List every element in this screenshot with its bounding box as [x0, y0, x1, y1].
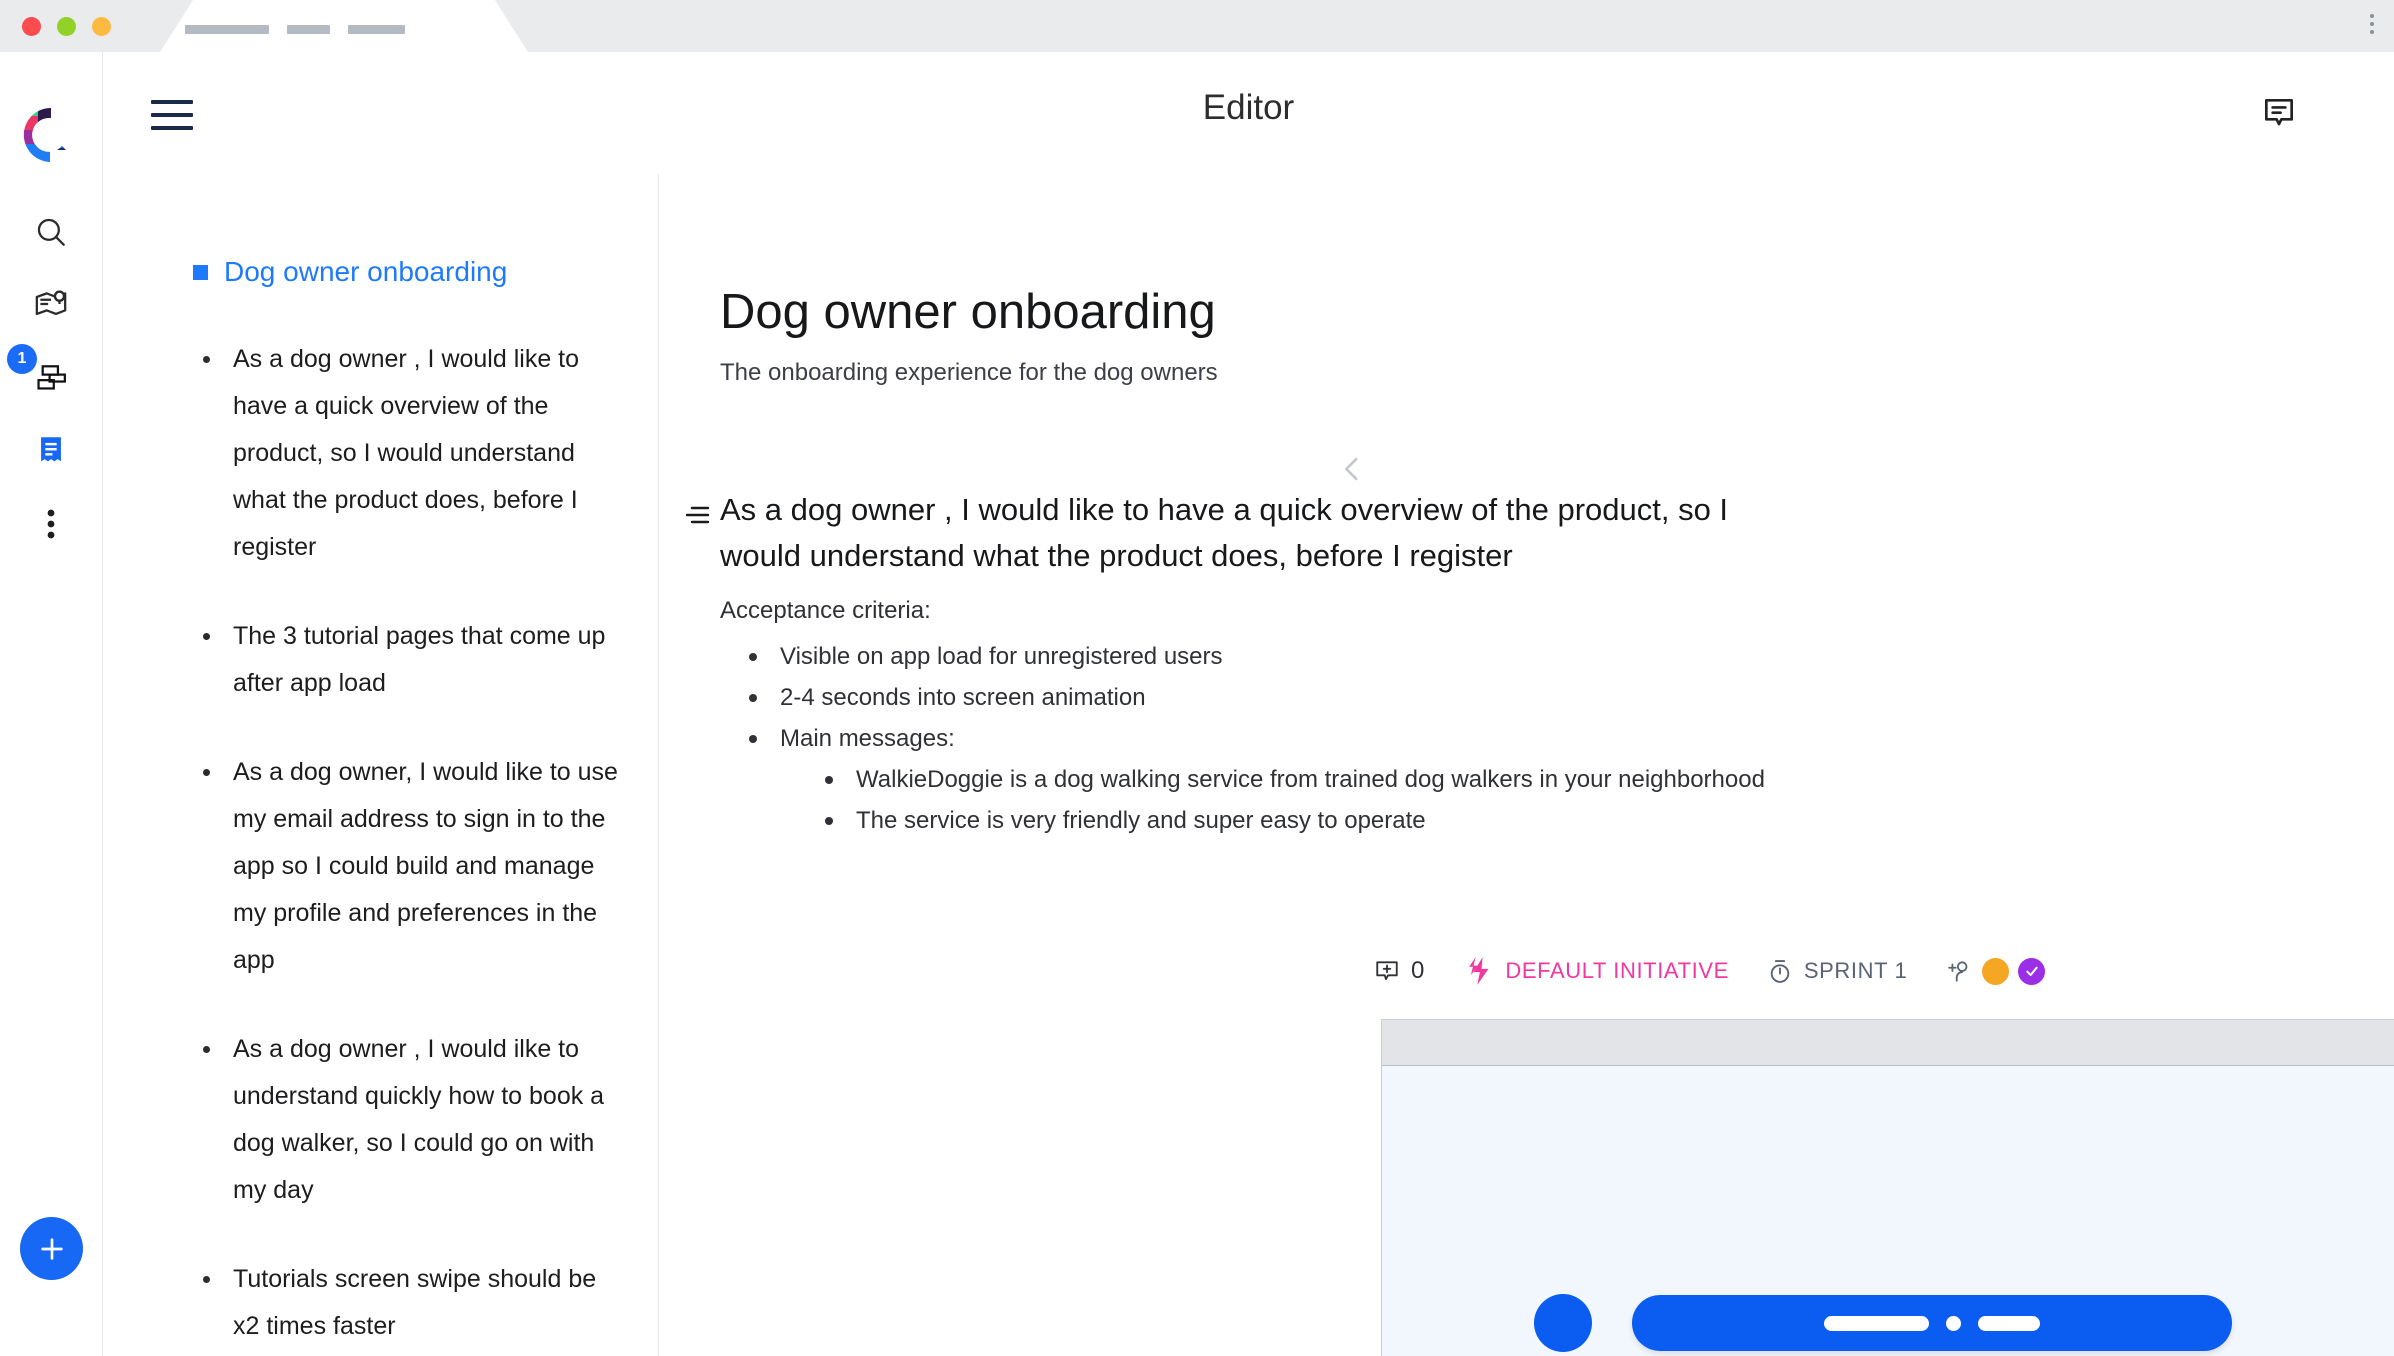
criteria-item[interactable]: 2-4 seconds into screen animation — [735, 677, 1765, 718]
sidebar-item-more[interactable] — [26, 499, 76, 549]
minimize-window-button[interactable] — [57, 17, 76, 36]
outline-item[interactable]: Tutorials screen swipe should be x2 time… — [193, 1256, 618, 1350]
avatar[interactable] — [1982, 957, 2010, 985]
window-controls — [22, 17, 111, 36]
acceptance-criteria-label: Acceptance criteria: — [720, 597, 931, 624]
kebab-menu-icon[interactable] — [2370, 14, 2374, 34]
mockup-avatar-primary — [1534, 1294, 1592, 1352]
outline-item[interactable]: As a dog owner , I would like to have a … — [193, 336, 618, 571]
criteria-item[interactable]: Main messages: WalkieDoggie is a dog wal… — [735, 718, 1765, 841]
document-subtitle[interactable]: The onboarding experience for the dog ow… — [720, 359, 1218, 387]
tab-bar-1 — [185, 25, 269, 34]
sidebar-item-search[interactable] — [26, 207, 76, 257]
paragraph-handle-icon[interactable] — [685, 504, 717, 531]
preview-body — [1382, 1066, 2394, 1356]
mockup-dash — [1824, 1315, 1929, 1331]
outline-header-label: Dog owner onboarding — [224, 256, 508, 287]
criteria-text: Visible on app load for unregistered use… — [780, 643, 1223, 670]
craft-c-logo[interactable] — [20, 104, 82, 166]
comment-count-chip[interactable]: 0 — [1374, 957, 1424, 985]
criteria-sublist: WalkieDoggie is a dog walking service fr… — [811, 759, 1765, 841]
roadmap-map-icon — [35, 290, 67, 316]
comment-bubble-icon[interactable] — [2260, 94, 2298, 137]
check-icon — [2026, 966, 2038, 976]
comment-count: 0 — [1411, 957, 1425, 984]
outline-header[interactable]: Dog owner onboarding — [193, 256, 618, 288]
app-shell: 1 Editor Dog owner onboarding As a dog o… — [0, 52, 2394, 1356]
acceptance-criteria-list: Visible on app load for unregistered use… — [735, 636, 1765, 841]
outline-header-bullet — [193, 264, 208, 280]
plus-icon — [40, 1237, 63, 1260]
add-person-icon[interactable] — [1947, 958, 1973, 984]
mockup-row-primary — [1534, 1294, 2232, 1352]
sprint-label: SPRINT 1 — [1803, 958, 1908, 983]
outline-items: As a dog owner , I would like to have a … — [193, 336, 618, 1356]
story-heading[interactable]: As a dog owner , I would like to have a … — [720, 487, 1795, 579]
timer-icon — [1770, 959, 1790, 983]
story-meta-row: 0 DEFAULT INITIATIVE SPRINT 1 — [1374, 956, 2046, 986]
sidebar-item-documents[interactable] — [26, 425, 76, 475]
maximize-window-button[interactable] — [92, 17, 111, 36]
top-header: Editor — [103, 52, 2394, 174]
add-new-button[interactable] — [20, 1217, 83, 1280]
document-title[interactable]: Dog owner onboarding — [720, 284, 1216, 340]
avatar-approved[interactable] — [2018, 957, 2046, 985]
criteria-subitem[interactable]: WalkieDoggie is a dog walking service fr… — [811, 759, 1765, 800]
close-window-button[interactable] — [22, 17, 41, 36]
preview-prev-button[interactable] — [1335, 452, 1369, 486]
backlog-badge-count: 1 — [7, 344, 37, 374]
backlog-board-icon — [37, 365, 66, 390]
mockup-preview[interactable] — [1381, 1019, 2394, 1356]
page-title: Editor — [1202, 88, 1295, 127]
outline-item[interactable]: As a dog owner , I would ilke to underst… — [193, 1026, 618, 1214]
outline-item[interactable]: The 3 tutorial pages that come up after … — [193, 613, 618, 707]
editor-canvas: Dog owner onboarding The onboarding expe… — [659, 174, 2394, 1356]
add-comment-icon — [1376, 961, 1398, 981]
preview-titlebar — [1382, 1020, 2394, 1066]
criteria-subitem[interactable]: The service is very friendly and super e… — [811, 800, 1765, 841]
search-icon — [37, 218, 65, 246]
lightning-bolt-icon — [1469, 957, 1489, 985]
initiative-chip[interactable]: DEFAULT INITIATIVE — [1468, 956, 1729, 986]
mockup-pill-primary — [1632, 1295, 2232, 1351]
criteria-item[interactable]: Visible on app load for unregistered use… — [735, 636, 1765, 677]
initiative-label: DEFAULT INITIATIVE — [1505, 958, 1729, 983]
criteria-text: 2-4 seconds into screen animation — [780, 684, 1146, 711]
browser-chrome — [0, 0, 2394, 52]
tab-placeholder-bars — [185, 25, 405, 34]
mockup-dot — [1946, 1315, 1961, 1331]
sidebar-item-roadmap[interactable] — [26, 279, 76, 329]
document-icon — [41, 437, 61, 462]
sidebar-rail: 1 — [0, 52, 103, 1356]
more-vertical-icon — [47, 509, 55, 539]
tab-bar-3 — [348, 25, 405, 34]
criteria-text: Main messages: — [780, 725, 955, 752]
outline-panel: Dog owner onboarding As a dog owner , I … — [103, 174, 659, 1356]
outline-item[interactable]: As a dog owner, I would like to use my e… — [193, 749, 618, 984]
sprint-chip[interactable]: SPRINT 1 — [1767, 958, 1907, 985]
tab-bar-2 — [287, 25, 330, 34]
chevron-left-icon — [1345, 457, 1358, 481]
assignees-group[interactable] — [1947, 957, 2046, 985]
mockup-dash — [1978, 1315, 2040, 1331]
